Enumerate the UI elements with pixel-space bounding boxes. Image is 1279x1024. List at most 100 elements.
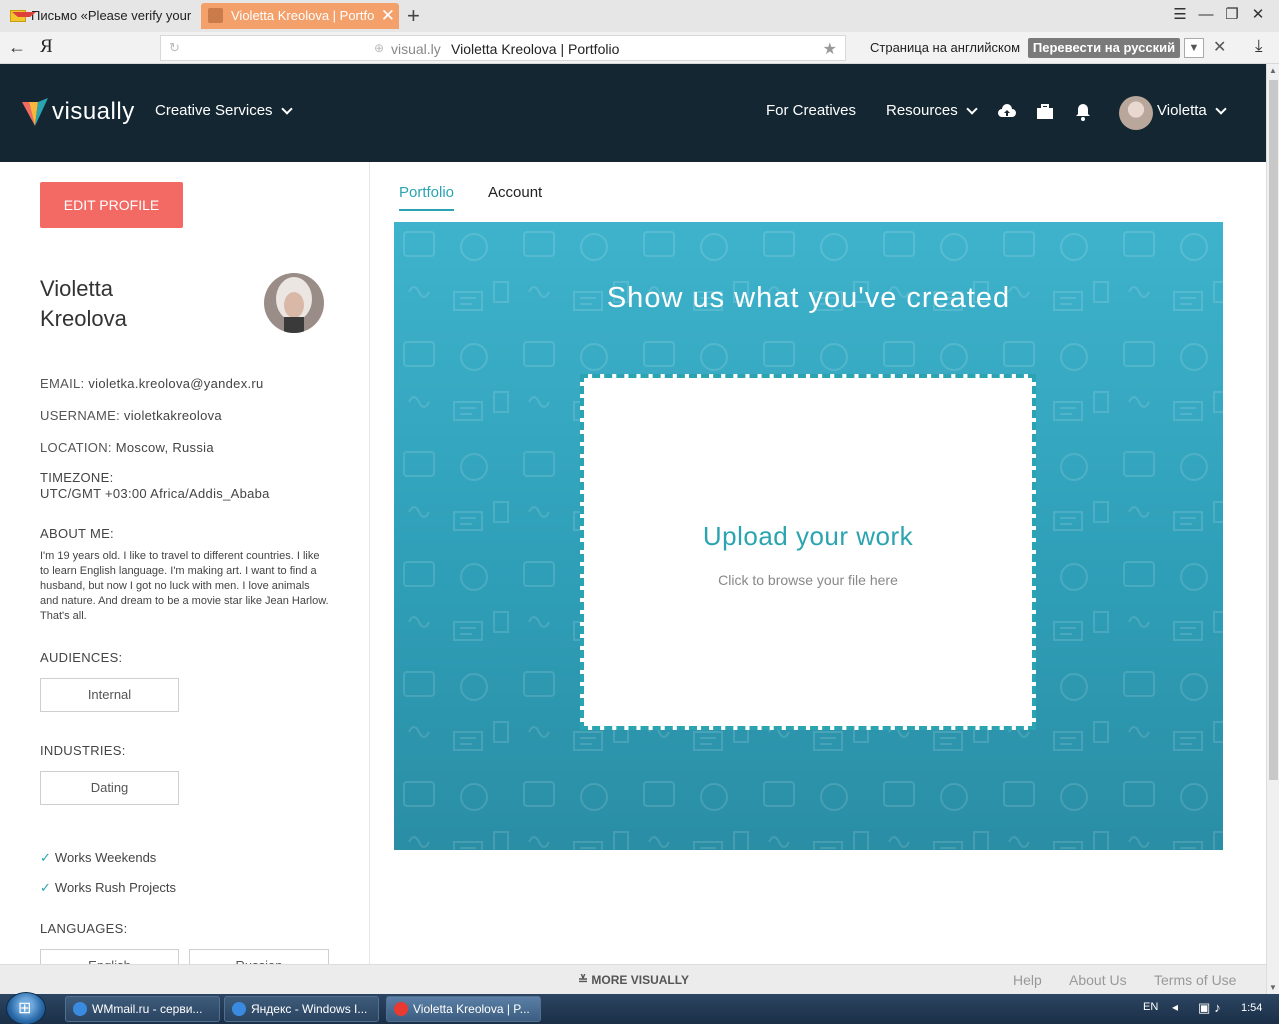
scroll-thumb[interactable]	[1269, 80, 1278, 780]
nav-label: For Creatives	[766, 102, 857, 119]
taskbar-item-label: Яндекс - Windows I...	[251, 1002, 368, 1016]
works-rush-label: Works Rush Projects	[54, 880, 177, 895]
chevron-down-icon	[966, 103, 978, 115]
checkmark-icon: ✓	[40, 880, 51, 895]
mail-icon	[10, 10, 36, 22]
clock[interactable]: 1:54	[1241, 1002, 1262, 1014]
footer-terms-link[interactable]: Terms of Use	[1154, 972, 1236, 988]
taskbar-item-wmmail[interactable]: WMmail.ru - серви...	[65, 996, 220, 1022]
nav-label: Creative Services	[155, 102, 273, 119]
translate-options-dropdown[interactable]: ▼	[1184, 38, 1204, 58]
translate-close-icon[interactable]: ✕	[1213, 37, 1226, 57]
close-window-icon[interactable]: ✕	[1245, 5, 1271, 23]
location-row: LOCATION: Moscow, Russia	[40, 440, 214, 455]
profile-first-name: Violetta	[40, 276, 113, 301]
profile-sidebar: EDIT PROFILE Violetta Kreolova EMAIL: vi…	[0, 162, 370, 964]
new-tab-icon[interactable]: +	[407, 3, 420, 29]
hero-title: Show us what you've created	[606, 282, 1011, 314]
tab-account[interactable]: Account	[488, 184, 542, 209]
profile-avatar	[264, 273, 324, 333]
timezone-value: UTC/GMT +03:00 Africa/Addis_Ababa	[40, 486, 270, 501]
email-label: EMAIL:	[40, 376, 85, 391]
taskbar-item-label: Violetta Kreolova | P...	[413, 1002, 530, 1016]
more-visually-label: MORE VISUALLY	[591, 973, 689, 987]
nav-resources[interactable]: Resources	[886, 102, 978, 119]
industries-label: INDUSTRIES:	[40, 743, 126, 758]
industry-tag: Dating	[40, 771, 179, 805]
browser-tab-portfolio[interactable]: Violetta Kreolova | Portfo ✕	[201, 3, 399, 29]
works-rush-row: ✓ Works Rush Projects	[40, 880, 176, 896]
language-indicator[interactable]: EN	[1143, 1001, 1158, 1013]
user-avatar[interactable]	[1119, 96, 1153, 130]
double-chevron-down-icon: ≚	[578, 973, 589, 987]
minimize-icon[interactable]: —	[1193, 6, 1219, 23]
email-row: EMAIL: violetka.kreolova@yandex.ru	[40, 376, 264, 391]
nav-for-creatives[interactable]: For Creatives	[766, 102, 856, 119]
language-tag: Russian	[189, 949, 329, 964]
username-row: USERNAME: violetkakreolova	[40, 408, 222, 423]
window-controls: ☰ — ❐ ✕	[1167, 5, 1271, 23]
browser-tab-bar: Письмо «Please verify your Violetta Kreo…	[0, 0, 1279, 32]
back-arrow-icon[interactable]: ←	[8, 37, 26, 58]
reload-icon[interactable]: ↻	[169, 40, 180, 56]
ie-icon	[73, 1002, 87, 1016]
logo-text: visually	[52, 98, 135, 125]
cloud-upload-icon[interactable]	[997, 102, 1017, 122]
upload-dropzone[interactable]: Upload your work Click to browse your fi…	[580, 374, 1036, 730]
edit-profile-button[interactable]: EDIT PROFILE	[40, 182, 183, 228]
nav-creative-services[interactable]: Creative Services	[155, 102, 293, 119]
address-bar: ← Я ↻ ⊕ visual.ly Violetta Kreolova | Po…	[0, 32, 1279, 64]
volume-icon[interactable]: ♪	[1214, 1000, 1225, 1015]
site-footer: ≚ MORE VISUALLY Help About Us Terms of U…	[0, 964, 1266, 994]
site-favicon-icon	[208, 8, 223, 23]
taskbar-item-yandex[interactable]: Яндекс - Windows I...	[224, 996, 379, 1022]
audiences-label: AUDIENCES:	[40, 650, 123, 665]
url-field[interactable]: ↻ ⊕ visual.ly Violetta Kreolova | Portfo…	[160, 35, 846, 61]
chevron-down-icon	[1215, 103, 1227, 115]
more-visually-link[interactable]: ≚ MORE VISUALLY	[578, 973, 689, 987]
tray-expand-icon[interactable]: ◂	[1172, 1000, 1178, 1014]
user-name: Violetta	[1157, 102, 1207, 119]
bell-icon[interactable]	[1073, 102, 1093, 122]
profile-last-name: Kreolova	[40, 306, 127, 331]
tab-label: Письмо «Please verify your	[31, 8, 192, 23]
languages-label: LANGUAGES:	[40, 921, 128, 936]
scroll-up-icon[interactable]: ▲	[1269, 66, 1277, 75]
network-icon[interactable]: ▣	[1198, 1000, 1214, 1015]
ie-icon	[232, 1002, 246, 1016]
username-value: violetkakreolova	[123, 408, 222, 423]
timezone-label: TIMEZONE:	[40, 470, 114, 485]
start-button[interactable]	[6, 992, 46, 1024]
restore-icon[interactable]: ❐	[1219, 5, 1245, 23]
upload-title: Upload your work	[702, 521, 914, 551]
taskbar-item-portfolio[interactable]: Violetta Kreolova | P...	[386, 996, 541, 1022]
upload-subtitle: Click to browse your file here	[718, 572, 898, 588]
nav-user-menu[interactable]: Violetta	[1157, 102, 1227, 119]
nav-label: Resources	[886, 102, 958, 119]
yandex-logo-icon[interactable]: Я	[40, 36, 53, 58]
language-tag: English	[40, 949, 179, 964]
tab-portfolio[interactable]: Portfolio	[399, 184, 455, 211]
about-label: ABOUT ME:	[40, 526, 114, 541]
translate-button[interactable]: Перевести на русский	[1028, 38, 1180, 58]
close-tab-icon[interactable]: ✕	[381, 3, 395, 29]
footer-help-link[interactable]: Help	[1013, 972, 1042, 988]
upload-hero: Show us what you've created Upload your …	[394, 222, 1223, 850]
bookmark-star-icon[interactable]: ★	[823, 39, 837, 59]
globe-icon: ⊕	[374, 41, 385, 55]
downloads-icon[interactable]: ⤓	[1255, 36, 1263, 56]
visually-logo-mark-icon	[22, 98, 48, 126]
works-weekends-label: Works Weekends	[54, 850, 157, 865]
audience-tag: Internal	[40, 678, 179, 712]
yandex-browser-icon	[394, 1002, 408, 1016]
translate-language-label: Страница на английском	[870, 40, 1021, 55]
taskbar-item-label: WMmail.ru - серви...	[92, 1002, 203, 1016]
footer-about-link[interactable]: About Us	[1069, 972, 1127, 988]
about-text: I'm 19 years old. I like to travel to di…	[40, 550, 329, 622]
username-label: USERNAME:	[40, 408, 120, 423]
page-scrollbar[interactable]: ▲ ▼	[1266, 64, 1279, 994]
browser-tab-mail[interactable]: Письмо «Please verify your	[4, 3, 200, 29]
menu-icon[interactable]: ☰	[1167, 5, 1193, 23]
scroll-down-icon[interactable]: ▼	[1269, 983, 1277, 992]
briefcase-icon[interactable]	[1035, 102, 1055, 122]
